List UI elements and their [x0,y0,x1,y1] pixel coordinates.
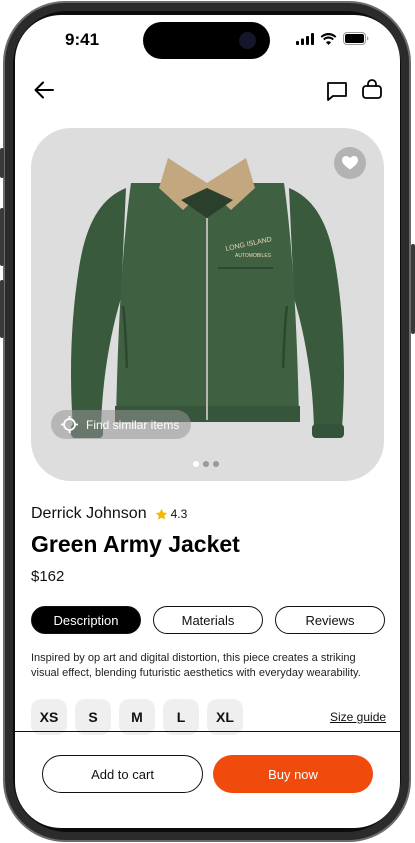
camera-icon [239,32,256,49]
jacket-patch-text-2: AUTOMOBILES [235,253,272,259]
app-screen: 9:41 LONG ISLAND AUTOMOBILES Find simila… [15,15,400,828]
find-similar-label: Find similar items [86,417,180,432]
volume-down-button [0,280,4,338]
carousel-dot[interactable] [203,461,209,467]
size-option-s[interactable]: S [75,699,111,735]
carousel-dot[interactable] [193,461,199,467]
battery-icon [343,32,369,45]
product-title: Green Army Jacket [31,531,240,557]
size-option-xl[interactable]: XL [207,699,243,735]
favorite-button[interactable] [334,147,366,179]
size-selector: XS S M L XL [31,699,243,735]
action-button [0,148,4,178]
carousel-dot[interactable] [213,461,219,467]
rating-value: 4.3 [170,507,188,521]
arrow-left-icon [34,81,54,99]
bag-button[interactable] [359,76,385,102]
product-price: $162 [31,568,65,585]
signal-icon [296,32,314,45]
chat-icon [327,82,347,101]
heart-icon [342,156,358,170]
dynamic-island [143,22,270,59]
size-option-xs[interactable]: XS [31,699,67,735]
volume-up-button [0,208,4,266]
product-description: Inspired by op art and digital distortio… [31,652,361,679]
size-option-m[interactable]: M [119,699,155,735]
crosshair-icon [61,416,78,433]
tab-reviews[interactable]: Reviews [275,606,385,634]
size-option-l[interactable]: L [163,699,199,735]
wifi-icon [320,32,337,45]
product-image-card[interactable]: LONG ISLAND AUTOMOBILES Find similar ite… [31,128,384,481]
find-similar-button[interactable]: Find similar items [51,410,192,439]
tab-description[interactable]: Description [31,606,141,634]
rating: 4.3 [155,507,188,521]
seller-row: Derrick Johnson 4.3 [31,505,187,523]
status-time: 9:41 [65,30,100,49]
bottom-divider [15,731,400,732]
star-icon [155,508,167,520]
chat-button[interactable] [324,79,350,103]
seller-name[interactable]: Derrick Johnson [31,505,147,523]
add-to-cart-button[interactable]: Add to cart [42,755,203,793]
back-button[interactable] [32,78,56,102]
carousel-dots [193,461,219,467]
tab-materials[interactable]: Materials [153,606,263,634]
buy-now-button[interactable]: Buy now [213,755,373,793]
shopping-bag-icon [362,79,382,99]
size-guide-link[interactable]: Size guide [330,710,386,724]
status-icons [296,32,370,45]
info-tabs: Description Materials Reviews [31,606,385,634]
power-button [411,244,415,334]
